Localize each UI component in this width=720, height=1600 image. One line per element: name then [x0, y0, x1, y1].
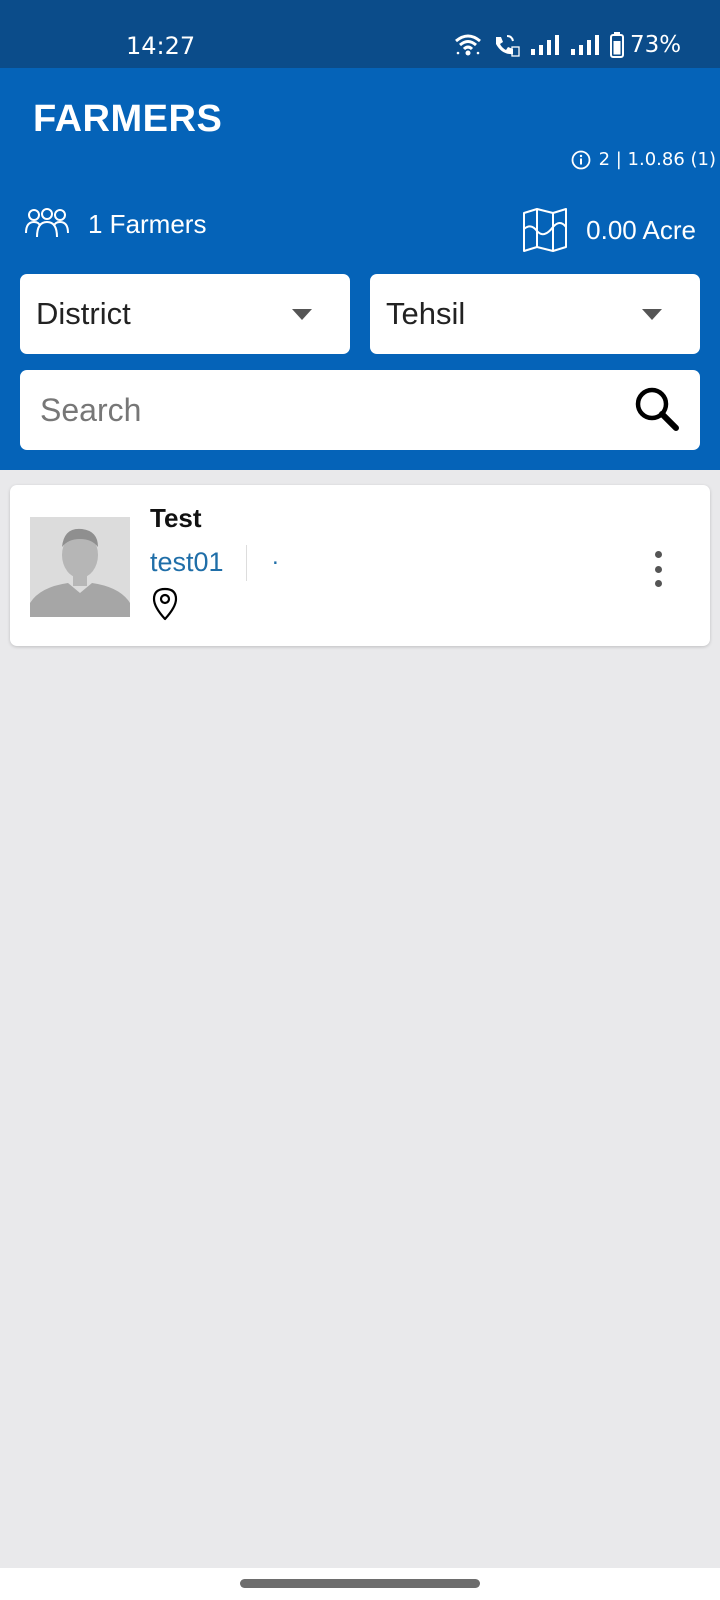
search-input[interactable]	[40, 391, 600, 429]
page-title: FARMERS	[33, 98, 223, 140]
tehsil-dropdown[interactable]: Tehsil	[370, 274, 700, 354]
tehsil-label: Tehsil	[386, 296, 466, 331]
district-label: District	[36, 296, 131, 331]
version-text: 2 | 1.0.86 (1)	[598, 149, 716, 170]
group-icon	[25, 208, 69, 238]
status-icons: 73%	[454, 32, 681, 58]
farmer-card[interactable]: Test test01 .	[10, 485, 710, 646]
area-stat: 0.00 Acre	[522, 207, 696, 253]
version-info[interactable]: 2 | 1.0.86 (1)	[571, 149, 716, 170]
navigation-bar	[0, 1568, 720, 1600]
district-dropdown[interactable]: District	[20, 274, 350, 354]
location-pin-icon[interactable]	[152, 587, 178, 621]
farmer-code[interactable]: test01	[150, 547, 224, 578]
area-value: 0.00 Acre	[586, 214, 696, 245]
farmer-name: Test	[150, 503, 202, 533]
more-options-icon[interactable]	[646, 549, 670, 589]
battery-icon	[610, 32, 624, 58]
volte-call-icon	[496, 35, 520, 57]
signal-icon	[571, 35, 599, 55]
farmers-count-stat: 1 Farmers	[24, 207, 206, 241]
app-header: FARMERS 2 | 1.0.86 (1) 1 Farmers 0.00 Ac…	[0, 68, 720, 470]
caret-down-icon	[642, 309, 662, 320]
info-icon	[571, 150, 590, 169]
search-bar	[20, 370, 700, 450]
divider	[246, 545, 247, 581]
status-bar: 14:27 73%	[0, 0, 720, 68]
home-gesture-handle[interactable]	[240, 1579, 480, 1588]
person-placeholder-icon	[30, 517, 130, 617]
battery-level: 73%	[630, 32, 682, 58]
map-icon	[523, 208, 568, 252]
caret-down-icon	[292, 309, 312, 320]
wifi-icon	[455, 34, 481, 56]
avatar	[30, 517, 130, 617]
search-icon[interactable]	[632, 384, 682, 434]
signal-icon	[531, 35, 559, 55]
status-time: 14:27	[126, 32, 196, 60]
farmers-count: 1 Farmers	[88, 208, 207, 239]
farmer-extra-info: .	[272, 543, 279, 570]
